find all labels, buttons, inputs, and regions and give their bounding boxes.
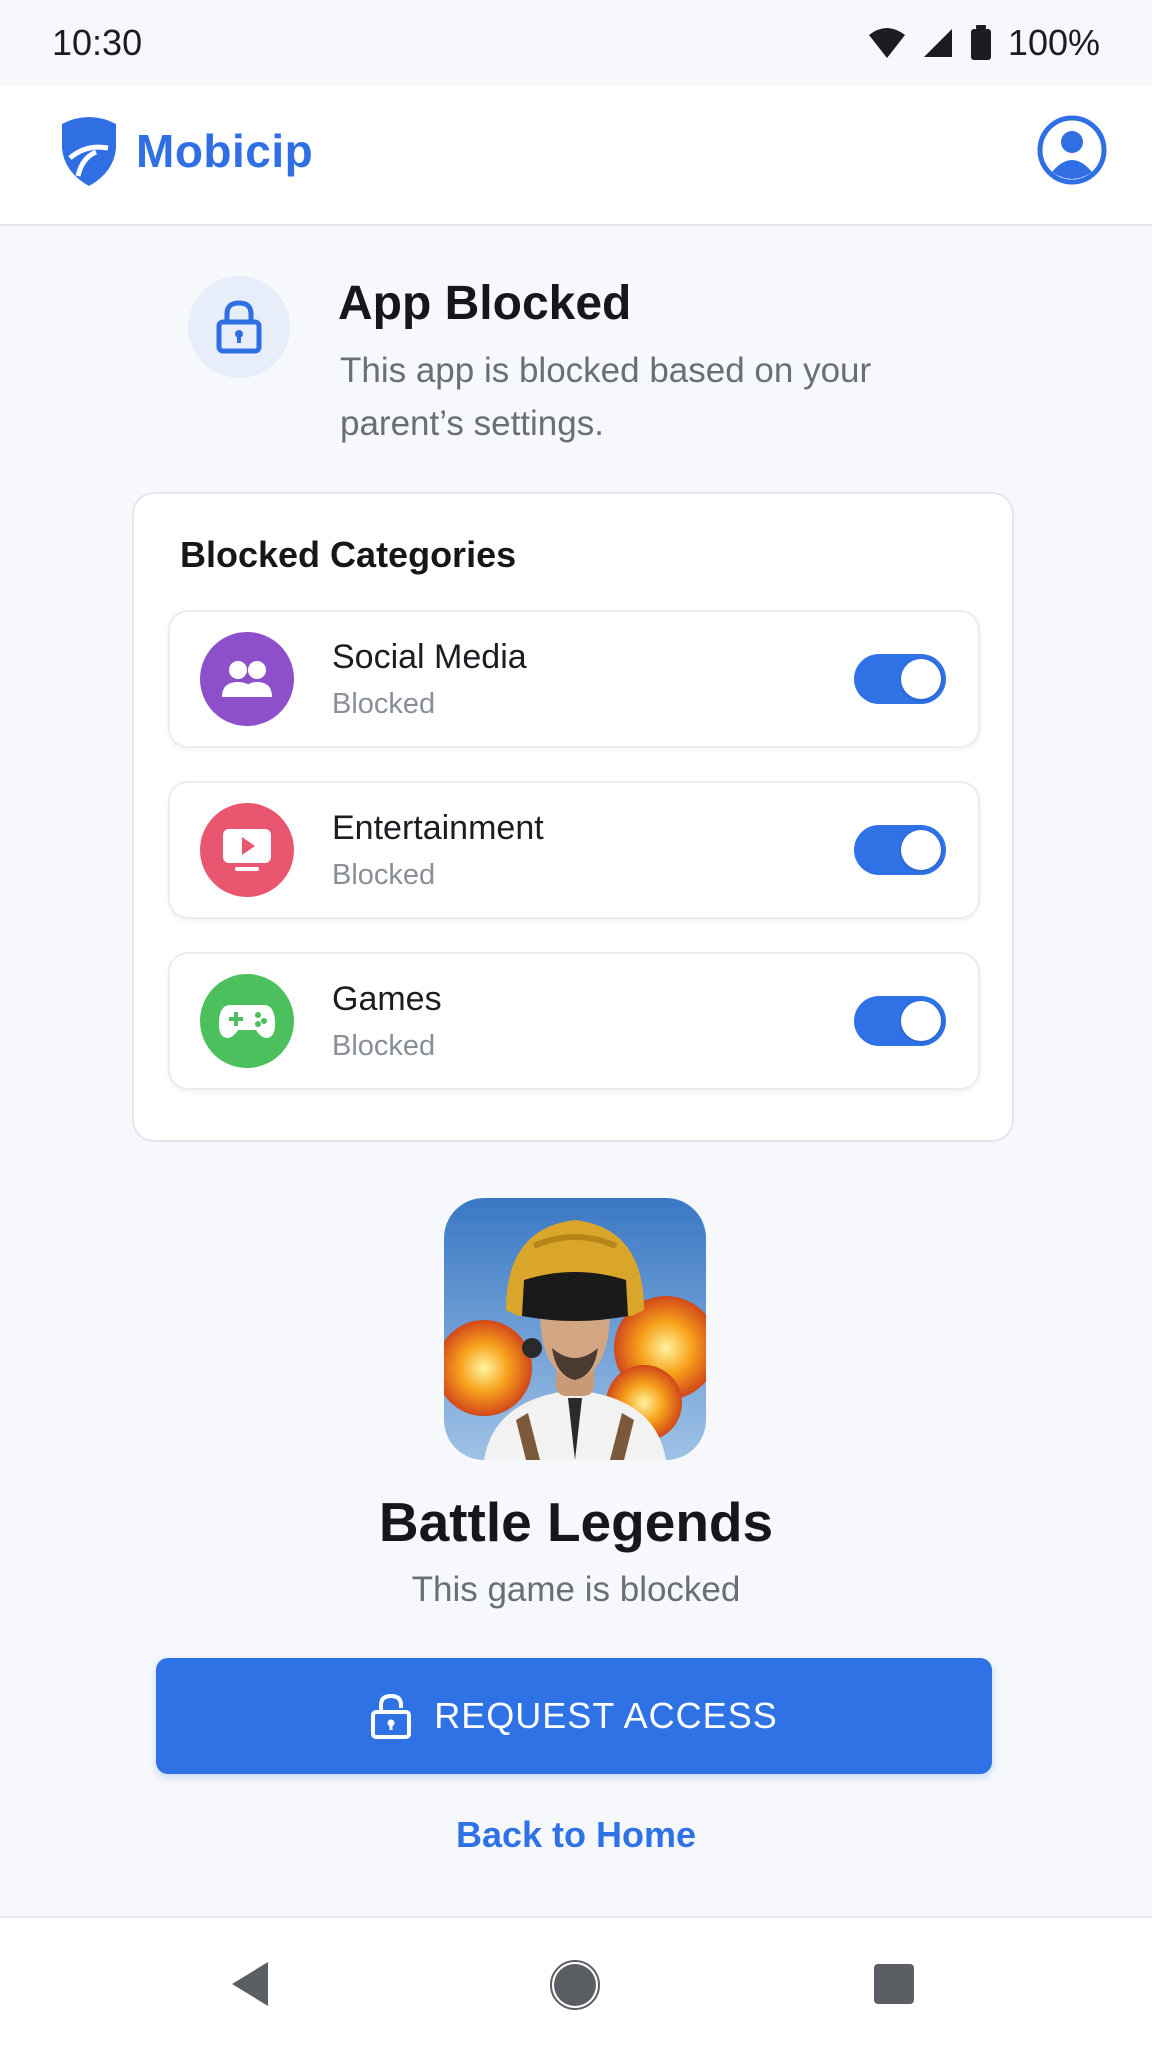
blocked-categories-card: Blocked Categories Social Media Blocked … <box>132 492 1014 1142</box>
page-title: App Blocked <box>338 277 632 330</box>
nav-home-icon[interactable] <box>550 1960 600 2010</box>
brand-logo[interactable]: Mobicip <box>56 114 313 188</box>
app-header: Mobicip <box>0 86 1152 226</box>
toggle-knob <box>901 659 941 699</box>
wifi-icon <box>868 28 905 58</box>
status-time: 10:30 <box>52 22 143 63</box>
game-subtitle: This game is blocked <box>411 1570 741 1609</box>
profile-icon[interactable] <box>1036 114 1108 186</box>
category-name: Games <box>332 980 442 1018</box>
toggle-knob <box>901 1001 941 1041</box>
game-app-icon <box>444 1198 706 1460</box>
play-icon <box>200 803 294 897</box>
blocked-description: This app is blocked based on your parent… <box>340 351 872 443</box>
battery-icon <box>970 25 991 60</box>
category-status: Blocked <box>332 688 436 720</box>
category-status: Blocked <box>332 859 436 891</box>
category-row-games: Games Blocked <box>168 952 980 1090</box>
category-status: Blocked <box>332 1030 436 1062</box>
category-row-entertainment: Entertainment Blocked <box>168 781 980 919</box>
lock-badge <box>188 276 290 378</box>
game-title: Battle Legends <box>378 1491 774 1553</box>
signal-icon <box>923 29 952 57</box>
shield-logo-icon <box>62 117 116 186</box>
request-access-button[interactable]: REQUEST ACCESS <box>156 1658 992 1774</box>
status-bar: 10:30 100% <box>0 0 1152 86</box>
categories-title: Blocked Categories <box>180 534 517 575</box>
brand-name: Mobicip <box>136 125 314 177</box>
social-media-toggle[interactable] <box>854 654 946 704</box>
nav-back-icon[interactable] <box>228 1960 272 2008</box>
games-toggle[interactable] <box>854 996 946 1046</box>
unlock-icon <box>371 1693 412 1739</box>
battery-level: 100% <box>1007 22 1100 63</box>
status-icons: 100% <box>868 22 1100 64</box>
category-name: Entertainment <box>332 809 544 847</box>
category-row-social-media: Social Media Blocked <box>168 610 980 748</box>
request-access-label: REQUEST ACCESS <box>434 1695 778 1736</box>
toggle-knob <box>901 830 941 870</box>
nav-recents-icon[interactable] <box>874 1964 914 2004</box>
entertainment-toggle[interactable] <box>854 825 946 875</box>
gamepad-icon <box>200 974 294 1068</box>
category-name: Social Media <box>332 638 527 676</box>
back-to-home-link[interactable]: Back to Home <box>0 1814 1152 1856</box>
system-nav-bar <box>0 1916 1152 2050</box>
lock-icon <box>216 300 262 354</box>
people-icon <box>200 632 294 726</box>
